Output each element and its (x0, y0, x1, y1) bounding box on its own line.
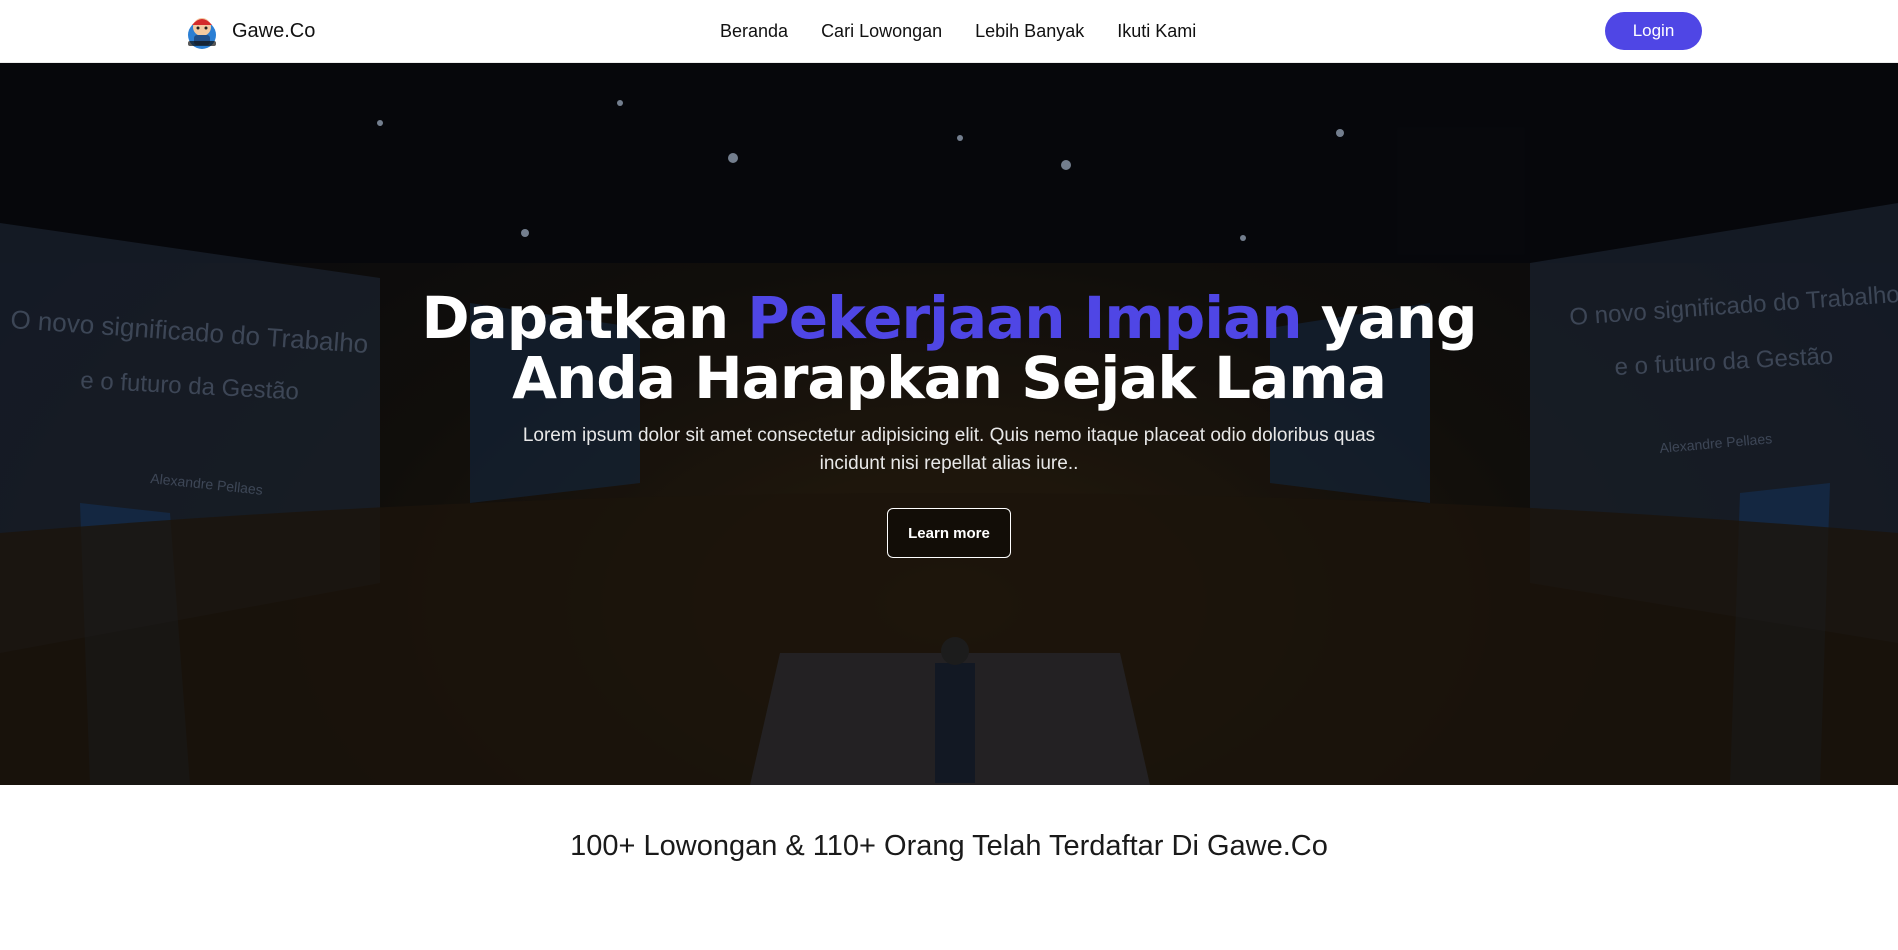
main-menu: Beranda Cari Lowongan Lebih Banyak Ikuti… (720, 0, 1196, 63)
hero-content: Dapatkan Pekerjaan Impian yang Anda Hara… (0, 288, 1898, 558)
navbar: Gawe.Co Beranda Cari Lowongan Lebih Bany… (0, 0, 1898, 63)
hero-section: O novo significado do Trabalho e o futur… (0, 63, 1898, 785)
hero-title: Dapatkan Pekerjaan Impian yang Anda Hara… (374, 288, 1524, 408)
login-button[interactable]: Login (1605, 12, 1702, 50)
brand-name: Gawe.Co (232, 19, 316, 42)
brand[interactable]: Gawe.Co (182, 10, 315, 52)
nav-lebih-banyak[interactable]: Lebih Banyak (975, 21, 1084, 42)
mascot-logo-icon (188, 18, 216, 49)
hero-title-accent: Pekerjaan Impian (747, 284, 1302, 352)
nav-beranda[interactable]: Beranda (720, 21, 788, 42)
hero-title-part1: Dapatkan (421, 284, 748, 352)
learn-more-button[interactable]: Learn more (887, 508, 1011, 558)
nav-cari-lowongan[interactable]: Cari Lowongan (821, 21, 942, 42)
hero-subtitle: Lorem ipsum dolor sit amet consectetur a… (522, 425, 1376, 474)
nav-ikuti-kami[interactable]: Ikuti Kami (1117, 21, 1196, 42)
stats-banner: 100+ Lowongan & 110+ Orang Telah Terdaft… (570, 830, 1328, 862)
